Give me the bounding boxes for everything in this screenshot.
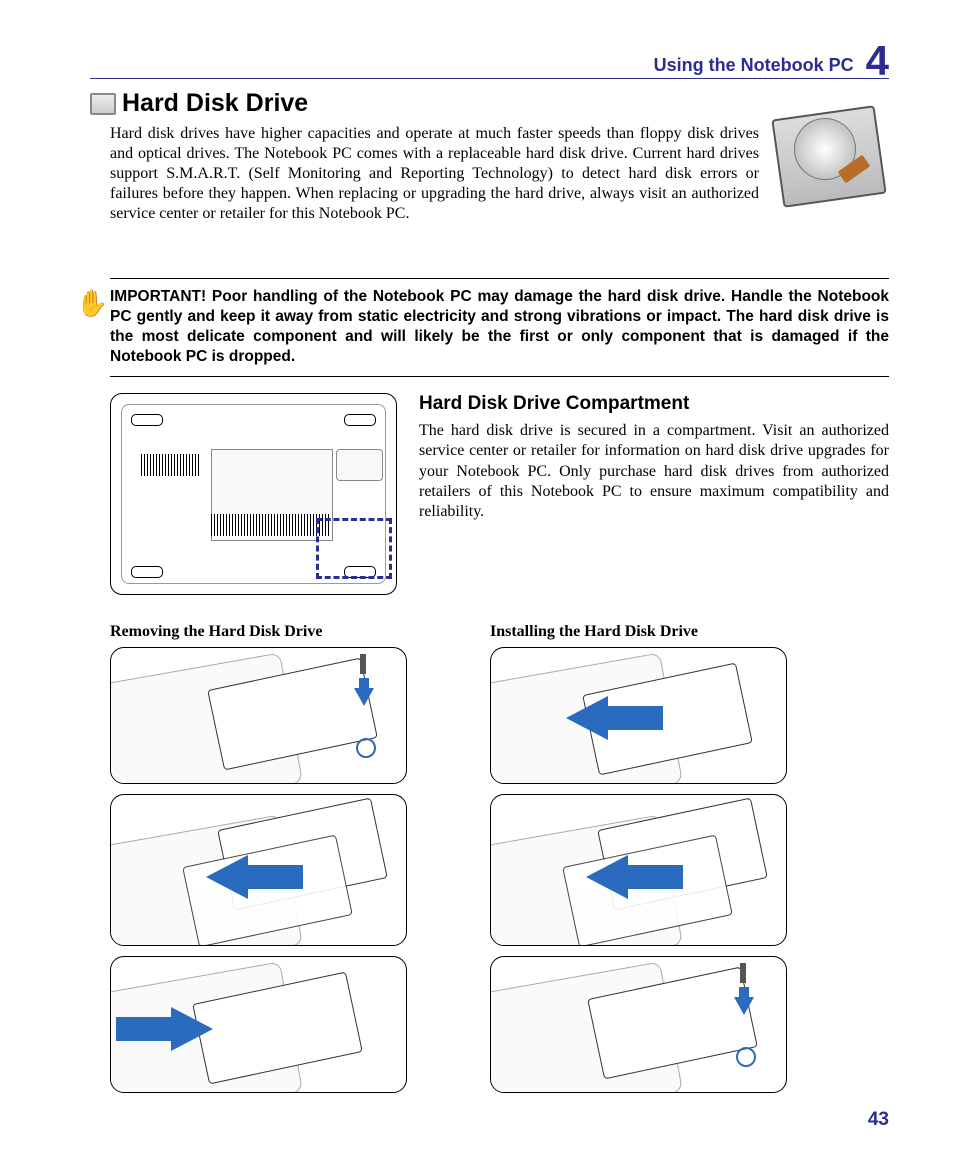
laptop-bottom-diagram — [110, 393, 397, 595]
important-text: IMPORTANT! Poor handling of the Notebook… — [110, 287, 889, 368]
arrow-down-icon — [354, 688, 374, 706]
compartment-paragraph: The hard disk drive is secured in a comp… — [419, 421, 889, 523]
arrow-down-icon — [734, 997, 754, 1015]
install-step-3 — [490, 956, 787, 1093]
installing-procedure: Installing the Hard Disk Drive — [490, 623, 790, 1103]
install-step-2 — [490, 794, 787, 946]
install-step-1 — [490, 647, 787, 784]
remove-step-2 — [110, 794, 407, 946]
removing-procedure: Removing the Hard Disk Drive — [110, 623, 410, 1103]
hdd-icon — [90, 93, 116, 115]
chapter-title: Using the Notebook PC — [654, 55, 854, 76]
arrow-left-icon — [206, 855, 248, 899]
arrow-left-icon — [586, 855, 628, 899]
removing-heading: Removing the Hard Disk Drive — [110, 623, 410, 641]
screw-marker-icon — [736, 1047, 756, 1067]
installing-heading: Installing the Hard Disk Drive — [490, 623, 790, 641]
remove-step-3 — [110, 956, 407, 1093]
screw-marker-icon — [356, 738, 376, 758]
page-number: 43 — [868, 1109, 889, 1131]
important-callout: ✋ IMPORTANT! Poor handling of the Notebo… — [110, 278, 889, 377]
hdd-compartment-highlight — [316, 518, 392, 579]
page-header: Using the Notebook PC 4 — [90, 40, 889, 79]
chapter-number: 4 — [866, 44, 889, 78]
section-title: Hard Disk Drive — [122, 89, 308, 118]
hand-stop-icon: ✋ — [76, 289, 108, 319]
compartment-heading: Hard Disk Drive Compartment — [419, 393, 889, 415]
hdd-photo-illustration — [769, 104, 889, 209]
remove-step-1 — [110, 647, 407, 784]
arrow-left-icon — [566, 696, 608, 740]
arrow-right-icon — [171, 1007, 213, 1051]
